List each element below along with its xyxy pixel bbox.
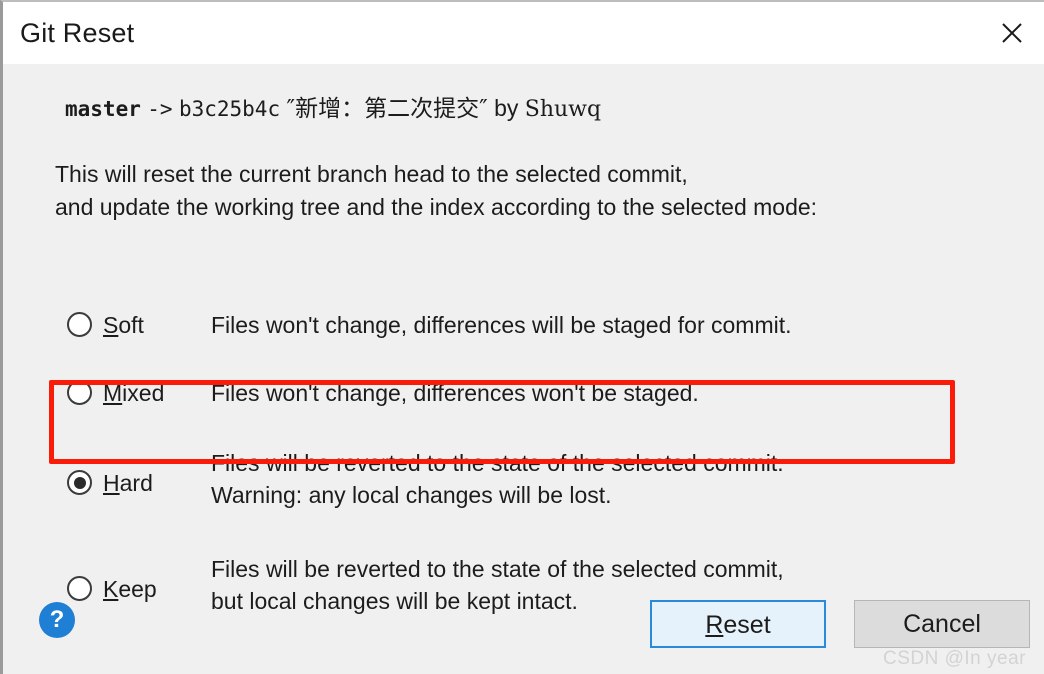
commit-message: 新增：第二次提交 [295, 96, 480, 122]
radio-soft[interactable] [67, 312, 92, 337]
description-line-2: and update the working tree and the inde… [55, 194, 818, 220]
option-desc-keep-line-1: Files will be reverted to the state of t… [211, 556, 784, 582]
description-line-1: This will reset the current branch head … [55, 161, 688, 187]
option-mnemonic-hard: H [103, 470, 120, 496]
option-desc-soft: Files won't change, differences will be … [211, 312, 792, 338]
git-reset-dialog: Git Reset master -> b3c25b4c ″新增：第二次提交″ … [0, 0, 1044, 674]
commit-quote-open: ″ [286, 96, 296, 122]
commit-summary: master -> b3c25b4c ″新增：第二次提交″ by Shuwq [65, 92, 601, 126]
dialog-title: Git Reset [20, 18, 135, 48]
commit-branch: master [65, 97, 141, 121]
commit-quote-close: ″ [479, 96, 488, 122]
commit-arrow: -> [147, 97, 173, 121]
dialog-description: This will reset the current branch head … [55, 158, 817, 224]
hard-option-highlight-annotation [49, 380, 955, 464]
help-icon-label: ? [49, 606, 65, 633]
close-icon[interactable] [980, 2, 1044, 63]
reset-button-mnemonic: R [705, 611, 724, 639]
option-label-soft: Soft [103, 311, 144, 339]
help-icon[interactable]: ? [39, 602, 75, 638]
dialog-footer: ? Reset Cancel CSDN @In year [3, 590, 1044, 674]
commit-hash: b3c25b4c [178, 97, 281, 121]
commit-author: Shuwq [524, 97, 602, 122]
dialog-body: master -> b3c25b4c ″新增：第二次提交″ by Shuwq T… [3, 64, 1044, 674]
reset-button[interactable]: Reset [650, 600, 826, 648]
reset-button-rest: eset [723, 611, 771, 639]
option-desc-hard-line-2: Warning: any local changes will be lost. [211, 482, 612, 508]
option-rest-soft: oft [118, 312, 144, 338]
option-rest-hard: ard [119, 470, 153, 496]
radio-hard[interactable] [67, 470, 92, 495]
cancel-button[interactable]: Cancel [854, 600, 1030, 648]
watermark: CSDN @In year [883, 648, 1026, 669]
dialog-titlebar: Git Reset [3, 2, 1044, 65]
commit-by-label: by [494, 95, 519, 121]
option-mnemonic-soft: S [103, 312, 119, 338]
option-label-hard: Hard [103, 469, 153, 497]
